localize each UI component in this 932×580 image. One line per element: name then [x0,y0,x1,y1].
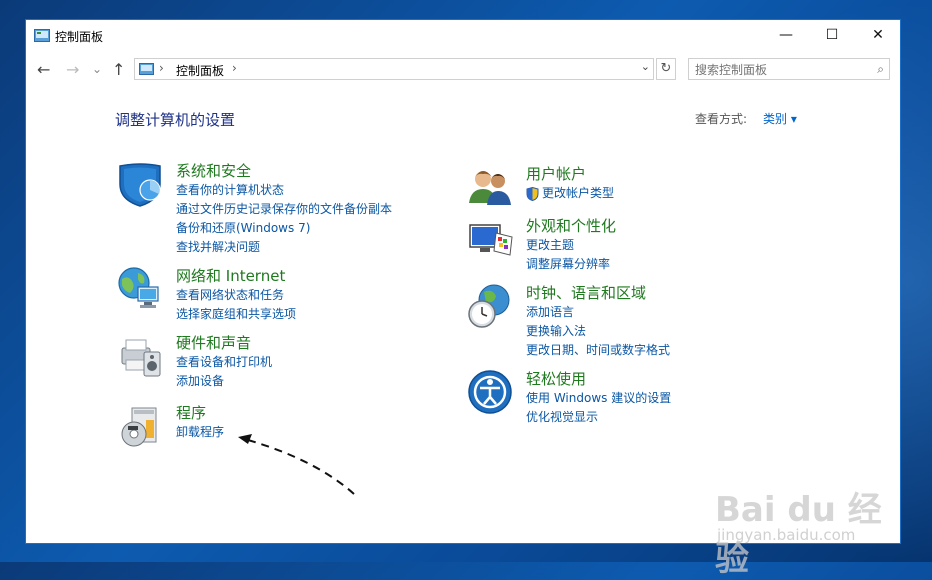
category-link[interactable]: 更改主题 [526,236,610,255]
category-title[interactable]: 轻松使用 [526,368,586,389]
maximize-button[interactable]: ☐ [809,20,855,51]
category-link[interactable]: 查找并解决问题 [176,238,392,257]
uninstall-program-link[interactable]: 卸载程序 [176,423,224,442]
window-title: 控制面板 [55,30,104,44]
monitor-palette-icon[interactable] [466,215,514,263]
baidu-watermark: Bai du 经验 jingyan.baidu.com [715,460,915,579]
category-link[interactable]: 使用 Windows 建议的设置 [526,389,671,408]
title-bar: 控制面板 — ☐ ✕ [26,20,900,52]
control-panel-icon [34,29,50,42]
category-link[interactable]: 查看设备和打印机 [176,353,272,372]
category-link[interactable]: 添加语言 [526,303,670,322]
chevron-right-icon[interactable]: › [232,61,237,75]
category-link[interactable]: 更改日期、时间或数字格式 [526,341,670,360]
view-by-label: 查看方式: [695,112,748,126]
category-title[interactable]: 网络和 Internet [176,265,285,286]
search-icon[interactable]: ⌕ [877,62,884,77]
programs-disc-icon[interactable] [116,402,164,450]
users-icon[interactable] [466,163,514,211]
view-by-dropdown[interactable]: 类别 ▾ [763,110,797,127]
category-link[interactable]: 查看网络状态和任务 [176,286,296,305]
minimize-button[interactable]: — [763,20,809,51]
category-link[interactable]: 调整屏幕分辨率 [526,255,610,274]
chevron-right-icon[interactable]: › [159,61,164,75]
ease-of-access-icon[interactable] [466,368,514,416]
category-appearance: 外观和个性化 更改主题 调整屏幕分辨率 [466,215,806,275]
refresh-button[interactable]: ↻ [656,58,676,80]
category-ease-of-access: 轻松使用 使用 Windows 建议的设置 优化视觉显示 [466,368,806,428]
category-hardware-sound: 硬件和声音 查看设备和打印机 添加设备 [116,332,436,392]
address-bar[interactable]: › 控制面板 › ⌄ [134,58,654,80]
network-globe-icon[interactable] [116,265,164,313]
annotation-arrow [238,434,355,495]
clock-globe-icon[interactable] [466,282,514,330]
control-panel-icon [139,63,154,75]
category-title[interactable]: 硬件和声音 [176,332,251,353]
category-link[interactable]: 通过文件历史记录保存你的文件备份副本 [176,200,392,219]
category-network-internet: 网络和 Internet 查看网络状态和任务 选择家庭组和共享选项 [116,265,436,325]
watermark-url: jingyan.baidu.com [717,526,856,544]
category-title[interactable]: 外观和个性化 [526,215,616,236]
category-system-security: 系统和安全 查看你的计算机状态 通过文件历史记录保存你的文件备份副本 备份和还原… [116,160,436,256]
search-box[interactable]: ⌕ [688,58,890,80]
search-input[interactable] [693,60,867,80]
printer-speaker-icon[interactable] [116,332,164,380]
category-title[interactable]: 程序 [176,402,206,423]
category-title[interactable]: 时钟、语言和区域 [526,282,646,303]
navigation-bar: ← → ⌄ ↑ › 控制面板 › ⌄ ↻ ⌕ [26,56,900,84]
category-link[interactable]: 更换输入法 [526,322,670,341]
category-link[interactable]: 查看你的计算机状态 [176,181,392,200]
category-user-accounts: 用户帐户 更改帐户类型 [466,163,806,207]
recent-locations-icon[interactable]: ⌄ [92,62,102,76]
category-link[interactable]: 优化视觉显示 [526,408,671,427]
back-arrow-icon[interactable]: ← [37,60,50,79]
category-link[interactable]: 添加设备 [176,372,272,391]
breadcrumb[interactable]: 控制面板 [176,62,224,79]
chevron-down-icon[interactable]: ⌄ [641,60,650,73]
forward-arrow-icon[interactable]: → [66,60,79,79]
page-title: 调整计算机的设置 [115,111,236,129]
uac-shield-icon [526,187,539,201]
close-button[interactable]: ✕ [855,20,901,51]
category-link[interactable]: 选择家庭组和共享选项 [176,305,296,324]
shield-icon[interactable] [116,160,164,208]
category-title[interactable]: 系统和安全 [176,160,251,181]
up-arrow-icon[interactable]: ↑ [112,60,125,79]
category-link[interactable]: 更改帐户类型 [526,184,614,203]
category-clock-language-region: 时钟、语言和区域 添加语言 更换输入法 更改日期、时间或数字格式 [466,282,806,362]
category-title[interactable]: 用户帐户 [526,163,586,184]
category-link[interactable]: 备份和还原(Windows 7) [176,219,392,238]
